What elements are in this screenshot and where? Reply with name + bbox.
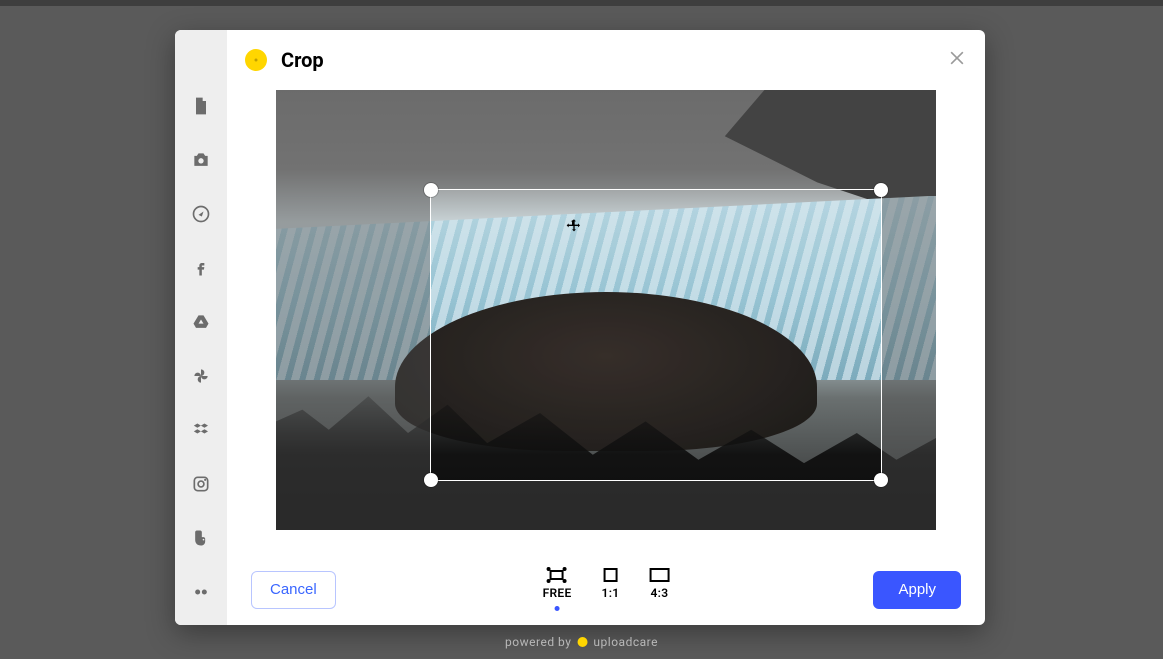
aspect-ratio-group: FREE 1:1 4:3 — [543, 568, 670, 611]
image-canvas[interactable] — [276, 90, 936, 530]
powered-brand: uploadcare — [593, 635, 658, 649]
ratio-label: FREE — [543, 586, 572, 600]
source-sidebar — [175, 30, 227, 625]
sidebar-item-instagram[interactable] — [175, 468, 227, 504]
canvas-wrap — [227, 90, 985, 553]
dialog-header: Crop — [227, 30, 985, 90]
dialog-main: Crop — [227, 30, 985, 625]
brand-dot-icon — [577, 637, 587, 647]
file-icon — [191, 96, 211, 120]
sidebar-item-link[interactable] — [175, 198, 227, 234]
instagram-icon — [191, 474, 211, 498]
powered-prefix: powered by — [505, 635, 571, 649]
camera-icon — [191, 150, 211, 174]
facebook-icon — [191, 258, 211, 282]
close-button[interactable] — [943, 46, 971, 74]
ratio-wide-icon — [649, 568, 669, 582]
sidebar-item-file[interactable] — [175, 90, 227, 126]
ratio-free-icon — [548, 568, 566, 582]
sidebar-item-facebook[interactable] — [175, 252, 227, 288]
dialog-footer: Cancel FREE 1:1 4:3 — [227, 553, 985, 625]
dialog-title: Crop — [281, 48, 324, 72]
window-topbar — [0, 0, 1163, 6]
ratio-label: 4:3 — [650, 586, 668, 600]
powered-by: powered by uploadcare — [505, 635, 658, 649]
crop-dialog: Crop — [175, 30, 985, 625]
sidebar-item-dropbox[interactable] — [175, 414, 227, 450]
crop-selection[interactable] — [431, 190, 881, 480]
sidebar-item-camera[interactable] — [175, 144, 227, 180]
gdrive-icon — [191, 312, 211, 336]
compass-icon — [191, 204, 211, 228]
crop-handle-tr[interactable] — [874, 183, 888, 197]
cancel-button[interactable]: Cancel — [251, 571, 336, 609]
sidebar-item-gdrive[interactable] — [175, 306, 227, 342]
crop-handle-bl[interactable] — [424, 473, 438, 487]
sidebar-item-flickr[interactable] — [175, 576, 227, 612]
dropbox-icon — [191, 420, 211, 444]
close-icon — [947, 48, 967, 72]
evernote-icon — [191, 528, 211, 552]
crop-handle-tl[interactable] — [424, 183, 438, 197]
active-indicator — [555, 606, 560, 611]
sidebar-item-gphotos[interactable] — [175, 360, 227, 396]
move-cursor-icon — [566, 218, 582, 234]
crop-handle-br[interactable] — [874, 473, 888, 487]
brand-logo — [245, 49, 267, 71]
sidebar-item-evernote[interactable] — [175, 522, 227, 558]
pinwheel-icon — [191, 366, 211, 390]
ratio-label: 1:1 — [602, 586, 620, 600]
ratio-square-icon — [603, 568, 617, 582]
ratio-option-1-1[interactable]: 1:1 — [602, 568, 620, 600]
ratio-option-4-3[interactable]: 4:3 — [649, 568, 669, 600]
ratio-option-free[interactable]: FREE — [543, 568, 572, 611]
apply-button[interactable]: Apply — [873, 571, 961, 609]
flickr-icon — [191, 582, 211, 606]
